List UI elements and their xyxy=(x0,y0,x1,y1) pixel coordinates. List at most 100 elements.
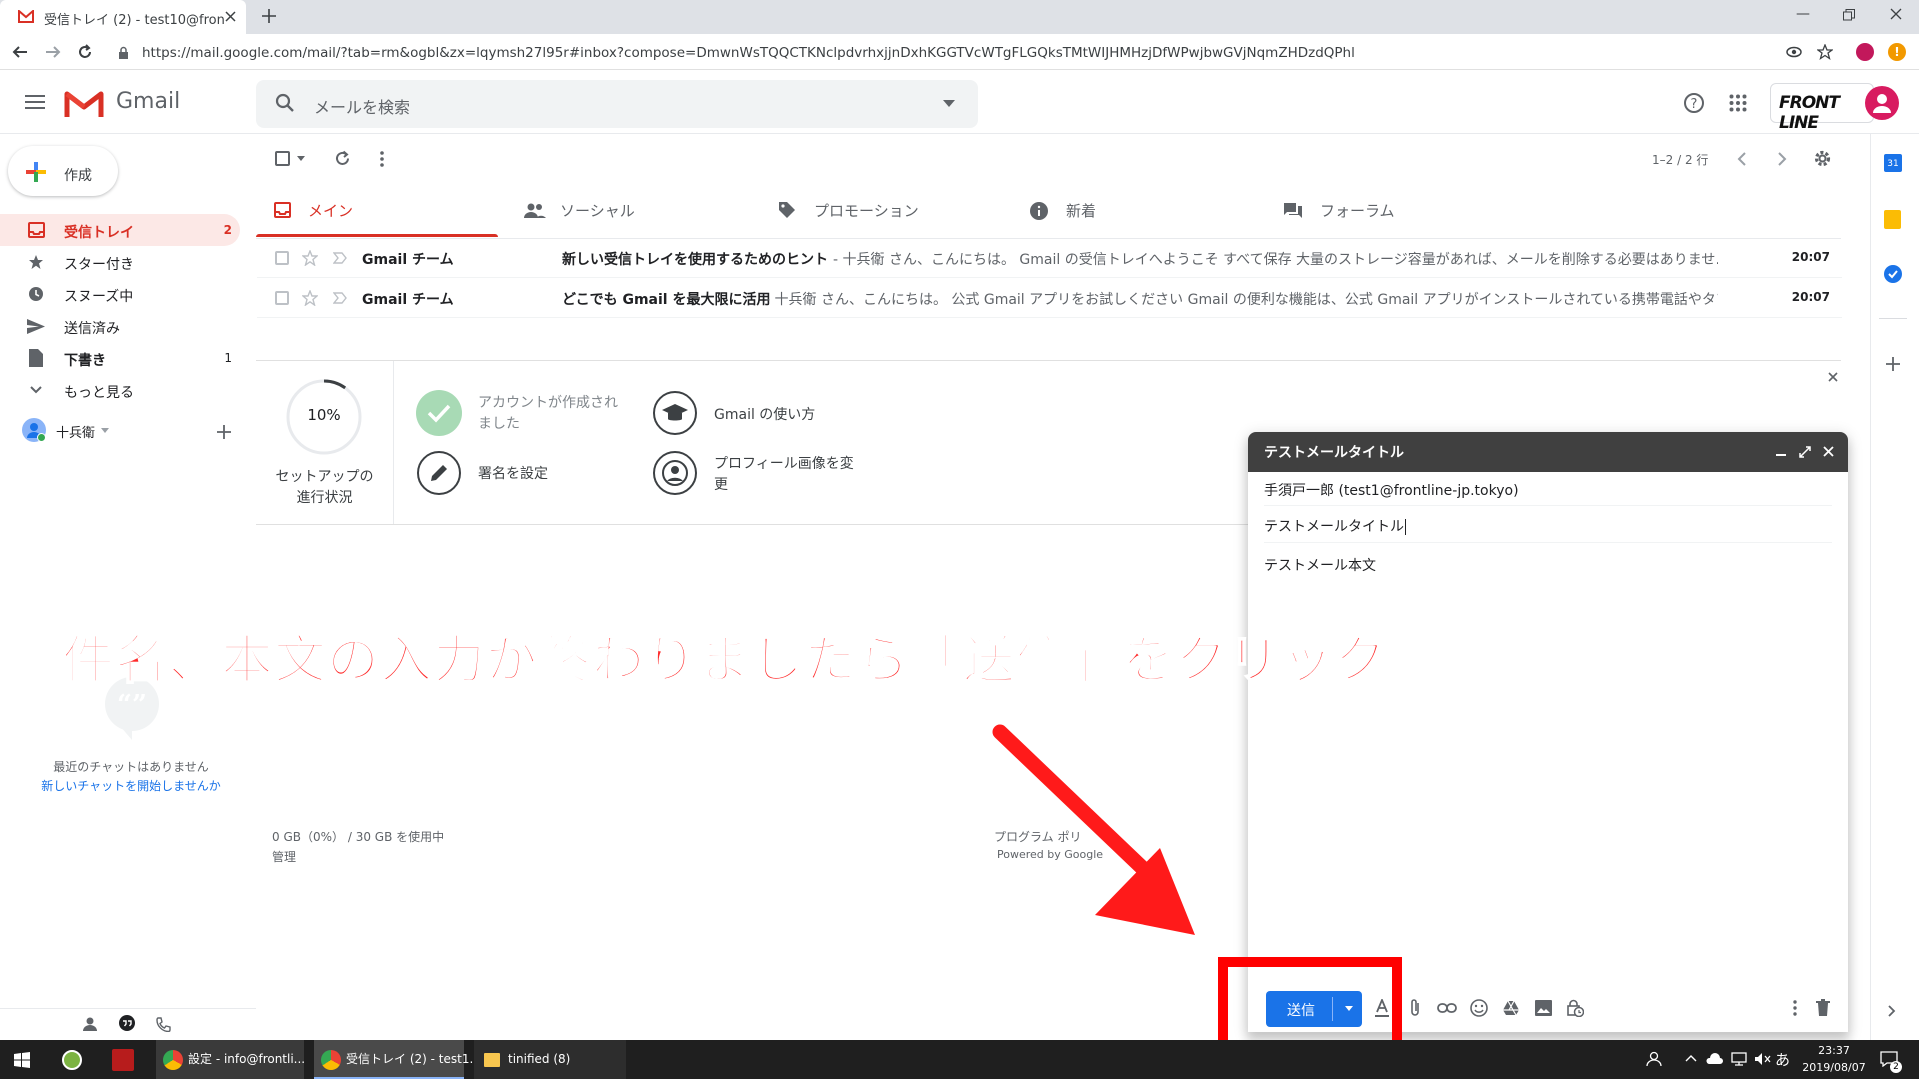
chat-start-link[interactable]: 新しいチャットを開始しませんか xyxy=(30,777,232,794)
recipient-field[interactable]: 手須戸一郎 (test1@frontline-jp.tokyo) xyxy=(1264,480,1519,500)
google-drive-icon[interactable] xyxy=(1502,1000,1520,1016)
insert-photo-icon[interactable] xyxy=(1535,1000,1552,1016)
importance-marker-icon[interactable] xyxy=(333,292,347,304)
hangouts-user-name[interactable]: 十兵衛 xyxy=(56,422,95,441)
profile-avatar-icon[interactable] xyxy=(1856,43,1874,61)
ime-indicator[interactable]: あ xyxy=(1775,1049,1790,1070)
window-close-icon[interactable] xyxy=(1890,8,1902,20)
update-alert-icon[interactable]: ! xyxy=(1888,43,1906,61)
discard-draft-trash-icon[interactable] xyxy=(1816,999,1830,1016)
attach-file-icon[interactable] xyxy=(1409,998,1421,1018)
tab-close-icon[interactable] xyxy=(225,11,236,22)
tab-updates[interactable]: 新着 xyxy=(1000,188,1248,238)
search-icon[interactable] xyxy=(275,93,295,113)
setup-task-howto[interactable]: Gmail の使い方 xyxy=(714,404,815,424)
star-icon[interactable] xyxy=(302,250,318,266)
search-options-icon[interactable] xyxy=(943,100,955,108)
more-actions-icon[interactable] xyxy=(379,150,385,168)
setup-task-signature[interactable]: 署名を設定 xyxy=(478,463,548,483)
add-chat-icon[interactable] xyxy=(217,425,231,439)
eye-extension-icon[interactable] xyxy=(1786,45,1802,59)
network-icon[interactable] xyxy=(1731,1052,1747,1066)
insert-link-icon[interactable] xyxy=(1437,1002,1457,1014)
contacts-person-icon[interactable] xyxy=(83,1017,97,1031)
calendar-icon[interactable]: 31 xyxy=(1884,154,1902,172)
sidebar-item-more[interactable]: もっと見る xyxy=(0,374,240,406)
search-input[interactable]: メールを検索 xyxy=(314,94,410,118)
gmail-logo-icon[interactable] xyxy=(64,89,104,119)
forward-icon[interactable] xyxy=(45,44,61,60)
onedrive-cloud-icon[interactable] xyxy=(1705,1053,1723,1065)
browser-tab[interactable]: 受信トレイ (2) - test10@frontline- xyxy=(0,0,246,34)
table-row[interactable]: Gmail チーム どこでも Gmail を最大限に活用 - 十兵衛 さん、こん… xyxy=(257,278,1842,318)
user-avatar[interactable] xyxy=(22,418,46,442)
sidebar-item-starred[interactable]: スター付き xyxy=(0,246,240,278)
back-icon[interactable] xyxy=(12,44,28,60)
select-all-checkbox[interactable] xyxy=(275,151,290,166)
message-body[interactable]: テストメール本文 xyxy=(1264,555,1376,575)
select-dropdown-icon[interactable] xyxy=(297,156,305,161)
keep-icon[interactable] xyxy=(1884,210,1901,229)
tab-primary[interactable]: メイン xyxy=(256,188,504,238)
reload-icon[interactable] xyxy=(77,44,93,60)
compose-minimize-icon[interactable] xyxy=(1776,454,1786,456)
sidebar-item-sent[interactable]: 送信済み xyxy=(0,310,240,342)
apps-grid-icon[interactable] xyxy=(1729,94,1747,112)
prev-page-icon[interactable] xyxy=(1737,152,1747,166)
next-page-icon[interactable] xyxy=(1777,152,1787,166)
help-icon[interactable]: ? xyxy=(1683,92,1705,114)
star-icon[interactable] xyxy=(302,290,318,306)
graduation-cap-icon[interactable] xyxy=(652,390,698,436)
importance-marker-icon[interactable] xyxy=(333,252,347,264)
setup-close-icon[interactable] xyxy=(1828,372,1838,382)
window-restore-icon[interactable] xyxy=(1843,9,1855,21)
row-checkbox[interactable] xyxy=(275,291,289,305)
row-checkbox[interactable] xyxy=(275,251,289,265)
table-row[interactable]: Gmail チーム 新しい受信トレイを使用するためのヒント - 十兵衛 さん、こ… xyxy=(257,238,1842,278)
clock-date[interactable]: 2019/08/07 xyxy=(1800,1061,1868,1074)
refresh-icon[interactable] xyxy=(334,150,351,167)
taskbar-item-folder[interactable]: tinified (8) xyxy=(474,1040,626,1079)
clock-time[interactable]: 23:37 xyxy=(1806,1044,1862,1057)
window-minimize-icon[interactable]: — xyxy=(1796,6,1810,22)
email-sender: Gmail チーム xyxy=(362,292,454,308)
app-green-icon[interactable] xyxy=(62,1050,82,1070)
setup-task-profile[interactable]: 更 xyxy=(714,474,728,494)
acrobat-icon[interactable] xyxy=(112,1049,134,1071)
hangouts-icon[interactable] xyxy=(118,1015,136,1033)
account-avatar[interactable] xyxy=(1865,86,1899,120)
bookmark-star-icon[interactable] xyxy=(1817,44,1833,60)
pencil-icon[interactable] xyxy=(416,450,462,496)
setup-task-profile[interactable]: プロフィール画像を変 xyxy=(714,453,854,473)
get-addons-plus-icon[interactable] xyxy=(1886,357,1900,371)
windows-start-icon[interactable] xyxy=(14,1052,30,1068)
tab-promotions[interactable]: プロモーション xyxy=(752,188,1000,238)
user-status-dropdown-icon[interactable] xyxy=(101,428,109,433)
tab-forums[interactable]: フォーラム xyxy=(1248,188,1496,238)
phone-icon[interactable] xyxy=(156,1017,171,1032)
tab-social[interactable]: ソーシャル xyxy=(504,188,752,238)
volume-muted-icon[interactable] xyxy=(1754,1052,1772,1066)
settings-gear-icon[interactable] xyxy=(1813,149,1832,168)
taskbar-item-settings[interactable]: 設定 - info@frontli... xyxy=(156,1040,305,1079)
tray-expand-icon[interactable] xyxy=(1685,1054,1697,1062)
main-menu-icon[interactable] xyxy=(25,94,45,110)
subject-field[interactable]: テストメールタイトル xyxy=(1264,516,1406,536)
people-tray-icon[interactable] xyxy=(1646,1051,1662,1067)
expand-panel-icon[interactable] xyxy=(1888,1005,1896,1017)
confidential-mode-icon[interactable] xyxy=(1566,999,1584,1017)
addon-divider xyxy=(1879,318,1907,319)
taskbar-item-inbox[interactable]: 受信トレイ (2) - test1... xyxy=(314,1040,481,1079)
tasks-icon[interactable] xyxy=(1884,265,1902,283)
compose-more-options-icon[interactable] xyxy=(1792,999,1798,1017)
sidebar-item-snoozed[interactable]: スヌーズ中 xyxy=(0,278,240,310)
new-tab-icon[interactable] xyxy=(262,9,276,23)
compose-close-icon[interactable] xyxy=(1823,446,1834,457)
compose-fullscreen-icon[interactable] xyxy=(1799,446,1811,458)
emoji-icon[interactable] xyxy=(1470,999,1488,1017)
profile-photo-icon[interactable] xyxy=(652,450,698,496)
url-field[interactable]: https://mail.google.com/mail/?tab=rm&ogb… xyxy=(110,42,1760,64)
manage-storage-link[interactable]: 管理 xyxy=(272,848,296,865)
sidebar-item-drafts[interactable]: 下書き 1 xyxy=(0,342,240,374)
sidebar-item-inbox[interactable]: 受信トレイ 2 xyxy=(0,214,240,246)
